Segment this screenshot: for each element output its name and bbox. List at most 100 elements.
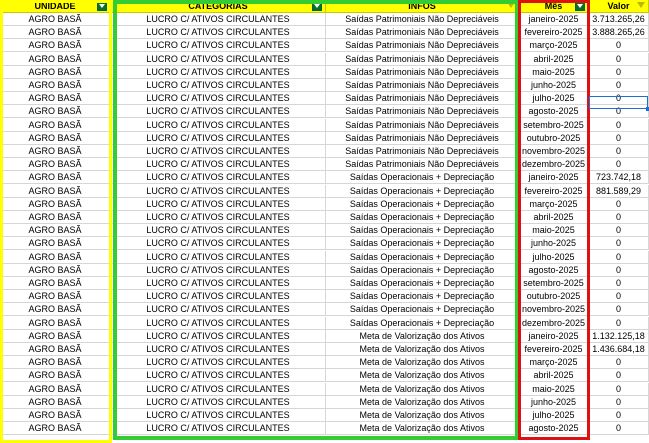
info-cell[interactable]: Saídas Patrimoniais Não Depreciáveis <box>326 92 519 106</box>
valor-cell[interactable]: 0 <box>589 356 649 370</box>
filter-icon[interactable] <box>507 2 515 8</box>
categoria-cell[interactable]: LUCRO C/ ATIVOS CIRCULANTES <box>111 52 326 66</box>
mes-cell[interactable]: março-2025 <box>519 356 589 370</box>
mes-cell[interactable]: julho-2025 <box>519 250 589 264</box>
categoria-cell[interactable]: LUCRO C/ ATIVOS CIRCULANTES <box>111 197 326 211</box>
categoria-cell[interactable]: LUCRO C/ ATIVOS CIRCULANTES <box>111 39 326 53</box>
valor-cell[interactable]: 0 <box>589 52 649 66</box>
mes-cell[interactable]: outubro-2025 <box>519 131 589 145</box>
categoria-cell[interactable]: LUCRO C/ ATIVOS CIRCULANTES <box>111 158 326 172</box>
categoria-cell[interactable]: LUCRO C/ ATIVOS CIRCULANTES <box>111 224 326 238</box>
valor-cell[interactable]: 723.742,18 <box>589 171 649 185</box>
info-cell[interactable]: Saídas Patrimoniais Não Depreciáveis <box>326 13 519 26</box>
unidade-cell[interactable]: AGRO BASÃ <box>0 118 111 132</box>
info-cell[interactable]: Saídas Operacionais + Depreciação <box>326 263 519 277</box>
mes-cell[interactable]: agosto-2025 <box>519 422 589 436</box>
valor-cell[interactable]: 0 <box>589 382 649 396</box>
valor-cell[interactable]: 0 <box>589 158 649 172</box>
categoria-cell[interactable]: LUCRO C/ ATIVOS CIRCULANTES <box>111 26 326 40</box>
header-valor[interactable]: Valor <box>589 0 649 13</box>
mes-cell[interactable]: setembro-2025 <box>519 118 589 132</box>
categoria-cell[interactable]: LUCRO C/ ATIVOS CIRCULANTES <box>111 118 326 132</box>
info-cell[interactable]: Saídas Operacionais + Depreciação <box>326 277 519 290</box>
valor-cell[interactable]: 0 <box>589 303 649 317</box>
unidade-cell[interactable]: AGRO BASÃ <box>0 26 111 40</box>
unidade-cell[interactable]: AGRO BASÃ <box>0 52 111 66</box>
valor-cell[interactable]: 0 <box>589 277 649 290</box>
categoria-cell[interactable]: LUCRO C/ ATIVOS CIRCULANTES <box>111 395 326 409</box>
info-cell[interactable]: Saídas Operacionais + Depreciação <box>326 303 519 317</box>
categoria-cell[interactable]: LUCRO C/ ATIVOS CIRCULANTES <box>111 290 326 304</box>
mes-cell[interactable]: novembro-2025 <box>519 145 589 158</box>
unidade-cell[interactable]: AGRO BASÃ <box>0 303 111 317</box>
categoria-cell[interactable]: LUCRO C/ ATIVOS CIRCULANTES <box>111 382 326 396</box>
unidade-cell[interactable]: AGRO BASÃ <box>0 79 111 92</box>
categoria-cell[interactable]: LUCRO C/ ATIVOS CIRCULANTES <box>111 369 326 383</box>
mes-cell[interactable]: janeiro-2025 <box>519 13 589 26</box>
filter-icon[interactable] <box>637 2 645 8</box>
mes-cell[interactable]: maio-2025 <box>519 65 589 79</box>
info-cell[interactable]: Saídas Operacionais + Depreciação <box>326 211 519 224</box>
mes-cell[interactable]: fevereiro-2025 <box>519 343 589 356</box>
valor-cell[interactable]: 0 <box>589 92 649 106</box>
unidade-cell[interactable]: AGRO BASÃ <box>0 422 111 436</box>
info-cell[interactable]: Meta de Valorização dos Ativos <box>326 395 519 409</box>
info-cell[interactable]: Saídas Operacionais + Depreciação <box>326 224 519 238</box>
unidade-cell[interactable]: AGRO BASÃ <box>0 13 111 26</box>
header-categorias[interactable]: CATEGORIAS <box>111 0 326 13</box>
valor-cell[interactable]: 0 <box>589 290 649 304</box>
unidade-cell[interactable]: AGRO BASÃ <box>0 263 111 277</box>
mes-cell[interactable]: maio-2025 <box>519 224 589 238</box>
categoria-cell[interactable]: LUCRO C/ ATIVOS CIRCULANTES <box>111 263 326 277</box>
info-cell[interactable]: Meta de Valorização dos Ativos <box>326 329 519 343</box>
unidade-cell[interactable]: AGRO BASÃ <box>0 277 111 290</box>
valor-cell[interactable]: 0 <box>589 118 649 132</box>
filter-active-icon[interactable] <box>312 1 322 11</box>
mes-cell[interactable]: março-2025 <box>519 39 589 53</box>
categoria-cell[interactable]: LUCRO C/ ATIVOS CIRCULANTES <box>111 343 326 356</box>
categoria-cell[interactable]: LUCRO C/ ATIVOS CIRCULANTES <box>111 329 326 343</box>
unidade-cell[interactable]: AGRO BASÃ <box>0 65 111 79</box>
mes-cell[interactable]: junho-2025 <box>519 237 589 251</box>
unidade-cell[interactable]: AGRO BASÃ <box>0 382 111 396</box>
categoria-cell[interactable]: LUCRO C/ ATIVOS CIRCULANTES <box>111 237 326 251</box>
valor-cell[interactable]: 0 <box>589 316 649 330</box>
categoria-cell[interactable]: LUCRO C/ ATIVOS CIRCULANTES <box>111 409 326 422</box>
categoria-cell[interactable]: LUCRO C/ ATIVOS CIRCULANTES <box>111 65 326 79</box>
mes-cell[interactable]: dezembro-2025 <box>519 158 589 172</box>
info-cell[interactable]: Saídas Operacionais + Depreciação <box>326 316 519 330</box>
mes-cell[interactable]: agosto-2025 <box>519 105 589 119</box>
mes-cell[interactable]: abril-2025 <box>519 52 589 66</box>
valor-cell[interactable]: 0 <box>589 211 649 224</box>
unidade-cell[interactable]: AGRO BASÃ <box>0 329 111 343</box>
categoria-cell[interactable]: LUCRO C/ ATIVOS CIRCULANTES <box>111 145 326 158</box>
info-cell[interactable]: Saídas Operacionais + Depreciação <box>326 237 519 251</box>
valor-cell[interactable]: 0 <box>589 395 649 409</box>
unidade-cell[interactable]: AGRO BASÃ <box>0 197 111 211</box>
unidade-cell[interactable]: AGRO BASÃ <box>0 131 111 145</box>
header-infos[interactable]: INFOS <box>326 0 519 13</box>
valor-cell[interactable]: 0 <box>589 197 649 211</box>
header-mes[interactable]: Mês <box>519 0 589 13</box>
unidade-cell[interactable]: AGRO BASÃ <box>0 158 111 172</box>
mes-cell[interactable]: abril-2025 <box>519 211 589 224</box>
categoria-cell[interactable]: LUCRO C/ ATIVOS CIRCULANTES <box>111 316 326 330</box>
unidade-cell[interactable]: AGRO BASÃ <box>0 409 111 422</box>
info-cell[interactable]: Meta de Valorização dos Ativos <box>326 356 519 370</box>
info-cell[interactable]: Saídas Patrimoniais Não Depreciáveis <box>326 145 519 158</box>
mes-cell[interactable]: janeiro-2025 <box>519 171 589 185</box>
mes-cell[interactable]: janeiro-2025 <box>519 329 589 343</box>
info-cell[interactable]: Meta de Valorização dos Ativos <box>326 422 519 436</box>
mes-cell[interactable]: dezembro-2025 <box>519 316 589 330</box>
filter-active-icon[interactable] <box>575 1 585 11</box>
info-cell[interactable]: Saídas Patrimoniais Não Depreciáveis <box>326 158 519 172</box>
unidade-cell[interactable]: AGRO BASÃ <box>0 39 111 53</box>
unidade-cell[interactable]: AGRO BASÃ <box>0 316 111 330</box>
valor-cell[interactable]: 0 <box>589 263 649 277</box>
mes-cell[interactable]: abril-2025 <box>519 369 589 383</box>
mes-cell[interactable]: novembro-2025 <box>519 303 589 317</box>
valor-cell[interactable]: 0 <box>589 105 649 119</box>
unidade-cell[interactable]: AGRO BASÃ <box>0 290 111 304</box>
unidade-cell[interactable]: AGRO BASÃ <box>0 105 111 119</box>
mes-cell[interactable]: julho-2025 <box>519 409 589 422</box>
